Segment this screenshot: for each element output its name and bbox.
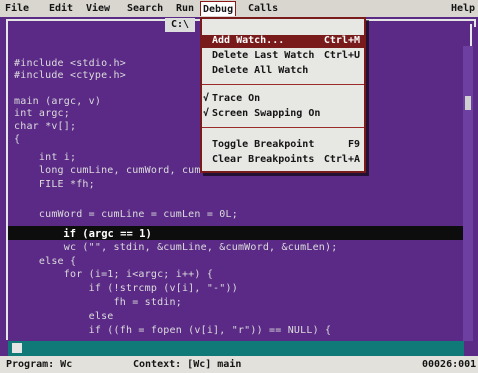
- code-line: else: [14, 311, 114, 322]
- code-line: wc ("", stdin, &cumLine, &cumWord, &cumL…: [14, 242, 338, 253]
- code-line: int i;: [14, 152, 77, 163]
- editor-screen: File Edit View Search Run Debug Calls He…: [0, 0, 478, 373]
- menu-item-delete-all-watch[interactable]: Delete All Watch: [202, 65, 364, 78]
- checkmark-icon: √: [203, 93, 210, 104]
- menu-file[interactable]: File: [5, 4, 29, 16]
- code-line: char *v[];: [14, 121, 77, 132]
- horizontal-scrollbar[interactable]: [8, 341, 464, 356]
- menu-run[interactable]: Run: [176, 4, 194, 16]
- menu-item-toggle-breakpoint[interactable]: Toggle Breakpoint F9: [202, 139, 364, 152]
- menu-item-label: Toggle Breakpoint: [212, 139, 315, 150]
- menu-search[interactable]: Search: [127, 4, 163, 16]
- vertical-scrollbar[interactable]: [463, 46, 473, 341]
- menu-item-label: Delete Last Watch: [212, 50, 315, 61]
- status-program: Program: Wc: [6, 359, 73, 370]
- window-title: C:\: [165, 18, 195, 32]
- status-context: Context: [Wc] main: [133, 359, 242, 370]
- menu-item-shortcut: Ctrl+U: [323, 50, 360, 61]
- menu-item-label: Screen Swapping On: [212, 108, 321, 119]
- menu-edit[interactable]: Edit: [49, 4, 73, 16]
- code-line: main (argc, v): [14, 96, 102, 107]
- menu-help[interactable]: Help: [451, 4, 475, 16]
- code-line: if ((fh = fopen (v[i], "r")) == NULL) {: [14, 325, 332, 336]
- code-line: {: [14, 134, 21, 145]
- menu-item-shortcut: Ctrl+M: [323, 35, 360, 46]
- menu-item-trace-on[interactable]: √ Trace On: [202, 93, 364, 106]
- status-position: 00026:001: [422, 359, 477, 370]
- menu-separator: [202, 127, 364, 128]
- code-line: #include <stdio.h>: [14, 58, 126, 69]
- code-line: int argc;: [14, 108, 70, 119]
- menu-item-label: Clear Breakpoints: [212, 154, 315, 165]
- code-line: long cumLine, cumWord, cum: [14, 165, 201, 176]
- code-line: else {: [14, 256, 77, 267]
- status-bar: Program: Wc Context: [Wc] main 00026:001: [0, 356, 478, 373]
- menu-item-label: Add Watch...: [212, 35, 285, 46]
- menu-item-delete-last-watch[interactable]: Delete Last Watch Ctrl+U: [202, 50, 364, 63]
- menu-item-clear-breakpoints[interactable]: Clear Breakpoints Ctrl+A: [202, 154, 364, 167]
- window-left-border: [6, 24, 8, 340]
- menu-item-label: Trace On: [212, 93, 261, 104]
- menu-item-shortcut: Ctrl+A: [323, 154, 360, 165]
- code-line: FILE *fh;: [14, 179, 95, 190]
- code-line: #include <ctype.h>: [14, 70, 126, 81]
- current-code-line: if (argc == 1): [38, 228, 152, 240]
- menu-calls[interactable]: Calls: [248, 4, 278, 16]
- menu-bar: File Edit View Search Run Debug Calls He…: [0, 0, 478, 17]
- horizontal-scroll-thumb[interactable]: [12, 343, 22, 353]
- menu-separator: [202, 84, 364, 85]
- code-line: cumWord = cumLine = cumLen = 0L;: [14, 209, 238, 220]
- checkmark-icon: √: [203, 108, 210, 119]
- menu-item-add-watch[interactable]: Add Watch... Ctrl+M: [202, 35, 364, 48]
- code-line: if (!strcmp (v[i], "-")): [14, 283, 238, 294]
- menu-item-screen-swapping-on[interactable]: √ Screen Swapping On: [202, 108, 364, 121]
- debug-menu-dropdown: Add Watch... Ctrl+M Delete Last Watch Ct…: [200, 17, 366, 173]
- menu-view[interactable]: View: [86, 4, 110, 16]
- menu-item-shortcut: F9: [347, 139, 360, 150]
- code-line: for (i=1; i<argc; i++) {: [14, 269, 214, 280]
- vertical-scroll-thumb[interactable]: [465, 96, 471, 110]
- menu-debug[interactable]: Debug: [200, 1, 236, 16]
- menu-item-label: Delete All Watch: [212, 65, 309, 76]
- code-line: fh = stdin;: [14, 297, 182, 308]
